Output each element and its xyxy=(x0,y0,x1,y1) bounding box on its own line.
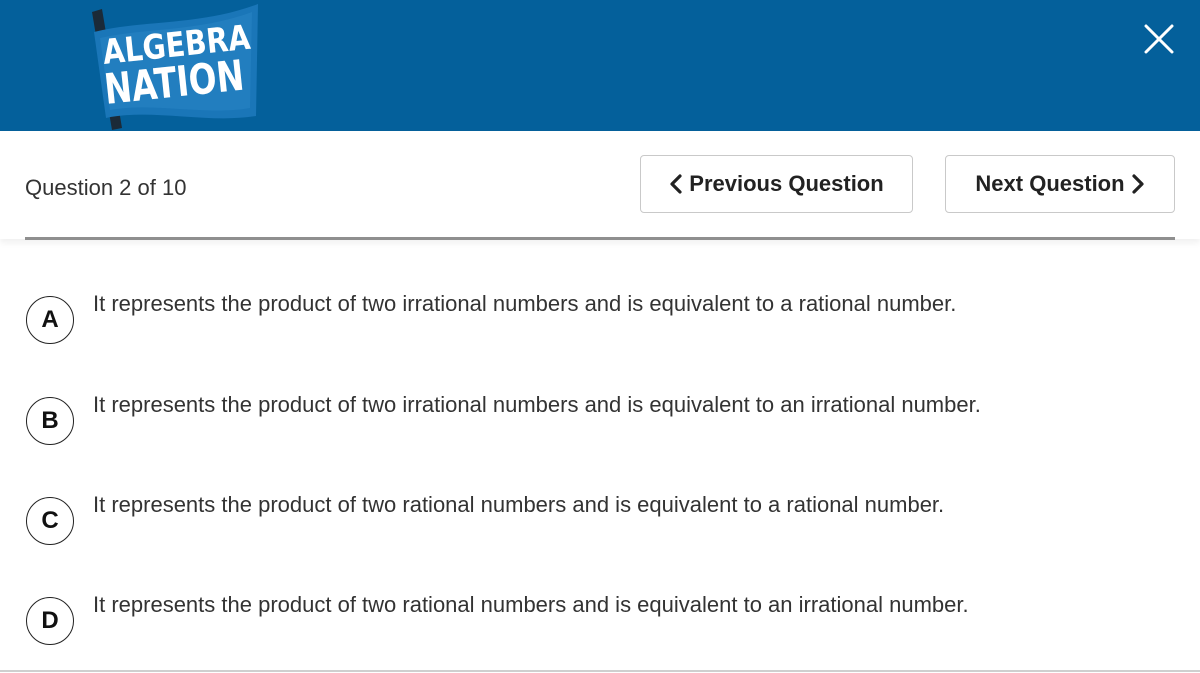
close-button[interactable] xyxy=(1136,16,1182,62)
bottom-divider xyxy=(0,670,1200,672)
algebra-nation-logo: ALGEBRA NATION xyxy=(80,4,270,131)
choice-letter-badge[interactable]: B xyxy=(26,397,74,445)
answer-choice-a[interactable]: A It represents the product of two irrat… xyxy=(26,290,1176,346)
answer-choice-d[interactable]: D It represents the product of two ratio… xyxy=(26,591,1176,647)
answer-choice-c[interactable]: C It represents the product of two ratio… xyxy=(26,491,1176,547)
section-divider xyxy=(25,237,1175,240)
next-question-label: Next Question xyxy=(975,171,1125,196)
choice-text: It represents the product of two rationa… xyxy=(93,492,945,517)
choice-letter-badge[interactable]: A xyxy=(26,296,74,344)
question-counter: Question 2 of 10 xyxy=(25,175,187,200)
choice-text: It represents the product of two irratio… xyxy=(93,392,981,417)
previous-question-button[interactable]: Previous Question xyxy=(640,155,913,213)
choice-letter-badge[interactable]: C xyxy=(26,497,74,545)
answer-choice-b[interactable]: B It represents the product of two irrat… xyxy=(26,391,1176,447)
app-header: ALGEBRA NATION xyxy=(0,0,1200,131)
chevron-left-icon xyxy=(670,174,682,194)
next-question-button[interactable]: Next Question xyxy=(945,155,1175,213)
choice-text: It represents the product of two rationa… xyxy=(93,592,969,617)
choice-letter-badge[interactable]: D xyxy=(26,597,74,645)
previous-question-label: Previous Question xyxy=(689,171,884,196)
choice-text: It represents the product of two irratio… xyxy=(93,291,957,316)
chevron-right-icon xyxy=(1131,174,1144,194)
close-icon xyxy=(1144,24,1174,54)
